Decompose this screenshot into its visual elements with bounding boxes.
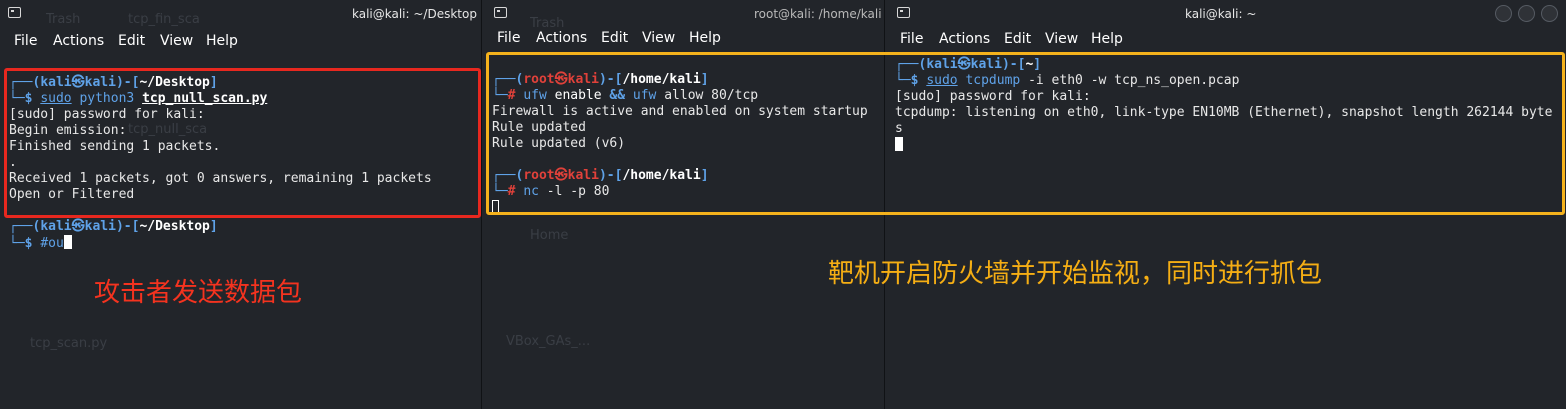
desktop-label-file: tcp_scan.py [30, 336, 108, 351]
terminal-icon [897, 7, 910, 18]
target-annotation: 靶机开启防火墙并开始监视，同时进行抓包 [828, 259, 1323, 289]
window-controls [1489, 5, 1558, 25]
menu-actions[interactable]: Actions [53, 33, 104, 49]
menu-file[interactable]: File [900, 31, 923, 47]
text-cursor [63, 235, 72, 249]
menu-help[interactable]: Help [1091, 31, 1123, 47]
window-title: root@kali: /home/kali [754, 7, 882, 21]
menu-view[interactable]: View [1045, 31, 1078, 47]
menu-file[interactable]: File [497, 30, 520, 46]
title-bar: kali@kali: ~ [885, 0, 1566, 26]
menu-edit[interactable]: Edit [1004, 31, 1031, 47]
window-title: kali@kali: ~ [1185, 7, 1257, 21]
terminal-icon [494, 7, 507, 18]
minimize-button[interactable] [1495, 5, 1512, 22]
attacker-highlight-box [4, 68, 481, 218]
menu-view[interactable]: View [642, 30, 675, 46]
window-title: kali@kali: ~/Desktop [352, 7, 477, 21]
title-bar: root@kali: /home/kali [482, 0, 884, 26]
terminal-icon [8, 7, 21, 18]
menu-actions[interactable]: Actions [939, 31, 990, 47]
menu-actions[interactable]: Actions [536, 30, 587, 46]
menu-edit[interactable]: Edit [601, 30, 628, 46]
command-line: └─$ #ou [9, 235, 481, 251]
target-highlight-box [486, 52, 1565, 215]
maximize-button[interactable] [1518, 5, 1535, 22]
menu-view[interactable]: View [160, 33, 193, 49]
attacker-annotation: 攻击者发送数据包 [94, 278, 303, 308]
close-button[interactable] [1541, 5, 1558, 22]
prompt-line: ┌──(kali㉿kali)-[~/Desktop] [9, 219, 218, 234]
desktop-label-vbox: VBox_GAs_... [506, 334, 591, 349]
menu-file[interactable]: File [14, 33, 37, 49]
menu-help[interactable]: Help [206, 33, 238, 49]
title-bar: kali@kali: ~/Desktop [0, 0, 481, 26]
desktop-label-home: Home [530, 228, 569, 243]
menu-edit[interactable]: Edit [118, 33, 145, 49]
menu-help[interactable]: Help [689, 30, 721, 46]
